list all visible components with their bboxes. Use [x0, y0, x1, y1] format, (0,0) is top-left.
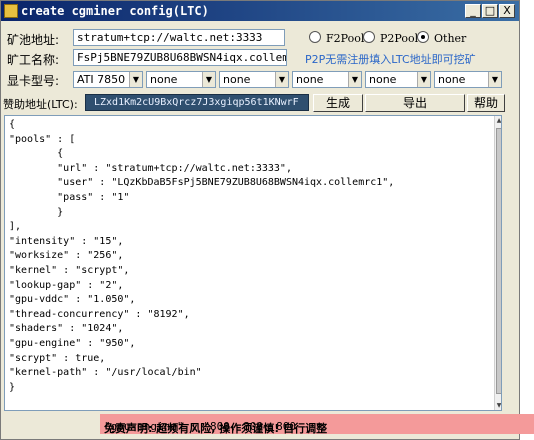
chevron-down-icon: ▼: [129, 72, 142, 87]
donate-address-field[interactable]: LZxd1Km2cU9BxQrcz7J3xgiqp56t1KNwrF: [85, 94, 309, 111]
generate-button[interactable]: 生成: [313, 94, 363, 112]
chevron-down-icon: ▼: [417, 72, 430, 87]
gpu-select-6[interactable]: none ▼: [434, 71, 502, 88]
radio-label: Other: [434, 32, 467, 45]
config-line: "shaders" : "1024",: [9, 323, 124, 335]
config-line: "thread-concurrency" : "8192",: [9, 308, 190, 320]
radio-p2pool[interactable]: P2Pool: [363, 31, 418, 45]
app-window: create cgminer config(LTC) _ □ X 矿池地址: s…: [0, 0, 520, 440]
select-value: none: [150, 73, 178, 86]
radio-other[interactable]: Other: [417, 31, 466, 45]
chevron-down-icon: ▼: [202, 72, 215, 87]
select-value: none: [223, 73, 251, 86]
gpu-select-3[interactable]: none ▼: [219, 71, 289, 88]
chevron-down-icon: ▼: [488, 72, 501, 87]
pool-address-label: 矿池地址:: [7, 33, 60, 47]
scroll-up-icon[interactable]: ▲: [495, 116, 501, 125]
radio-label: P2Pool: [380, 32, 419, 45]
config-line: "pools" : [: [9, 133, 76, 145]
config-line: "url" : "stratum+tcp://waltc.net:3333",: [57, 162, 292, 174]
config-line: "intensity" : "15",: [9, 235, 124, 247]
select-value: none: [296, 73, 324, 86]
gpu-select-2[interactable]: none ▼: [146, 71, 216, 88]
config-line: "worksize" : "256",: [9, 250, 124, 262]
app-icon: [4, 4, 18, 18]
title-bar[interactable]: create cgminer config(LTC) _ □ X: [1, 1, 519, 21]
config-textarea[interactable]: { "pools" : [ { "url" : "stratum+tcp://w…: [4, 115, 502, 411]
donate-address-label: 赞助地址(LTC):: [3, 98, 78, 111]
pool-address-input[interactable]: stratum+tcp://waltc.net:3333: [73, 29, 285, 46]
config-line: "user" : "LQzKbDaB5FsPj5BNE79ZUB8U68BWSN…: [57, 177, 395, 189]
minimize-button[interactable]: _: [465, 4, 481, 18]
close-button[interactable]: X: [499, 4, 515, 18]
help-button[interactable]: 帮助: [467, 94, 505, 112]
config-line: "gpu-engine" : "950",: [9, 337, 136, 349]
config-line: "scrypt" : true,: [9, 352, 106, 364]
config-line: "kernel-path" : "/usr/local/bin": [9, 367, 202, 379]
radio-f2pool[interactable]: F2Pool: [309, 31, 364, 45]
config-line: "gpu-vddc" : "1.050",: [9, 294, 136, 306]
gpu-select-4[interactable]: none ▼: [292, 71, 362, 88]
export-button[interactable]: 导出: [365, 94, 465, 112]
p2p-hint: P2P无需注册填入LTC地址即可挖矿: [305, 53, 476, 66]
gpu-select-5[interactable]: none ▼: [365, 71, 431, 88]
disclaimer-bar: 免责声明: 超频有风险, 操作须谨慎! 自行调整 "gpu-engine" : …: [100, 414, 534, 434]
radio-dot: [309, 31, 321, 43]
select-value: ATI 7850: [77, 73, 126, 86]
config-line: "pass" : "1": [57, 191, 130, 203]
worker-name-input[interactable]: FsPj5BNE79ZUB8U68BWSN4iqx.collemrc1: [73, 49, 287, 66]
radio-label: F2Pool: [326, 32, 365, 45]
worker-name-label: 旷工名称:: [7, 53, 60, 67]
config-line: }: [9, 381, 16, 393]
scroll-thumb[interactable]: [496, 128, 501, 394]
disclaimer-code: "gpu-engine" : "800, 800, 800: [104, 420, 297, 433]
vertical-scrollbar[interactable]: ▲ ▼: [494, 116, 501, 410]
config-text: { "pools" : [ { "url" : "stratum+tcp://w…: [9, 118, 394, 395]
config-line: }: [57, 206, 64, 218]
gpu-model-label: 显卡型号:: [7, 74, 60, 88]
window-title: create cgminer config(LTC): [21, 4, 209, 18]
radio-dot: [363, 31, 375, 43]
config-line: "lookup-gap" : "2",: [9, 279, 124, 291]
chevron-down-icon: ▼: [348, 72, 361, 87]
scroll-down-icon[interactable]: ▼: [495, 401, 501, 410]
config-line: {: [57, 148, 64, 160]
config-line: "kernel" : "scrypt",: [9, 264, 130, 276]
select-value: none: [438, 73, 466, 86]
config-line: {: [9, 119, 16, 130]
gpu-select-1[interactable]: ATI 7850 ▼: [73, 71, 143, 88]
select-value: none: [369, 73, 397, 86]
chevron-down-icon: ▼: [275, 72, 288, 87]
radio-dot-selected: [417, 31, 429, 43]
maximize-button[interactable]: □: [482, 4, 498, 18]
config-line: ],: [9, 221, 22, 233]
